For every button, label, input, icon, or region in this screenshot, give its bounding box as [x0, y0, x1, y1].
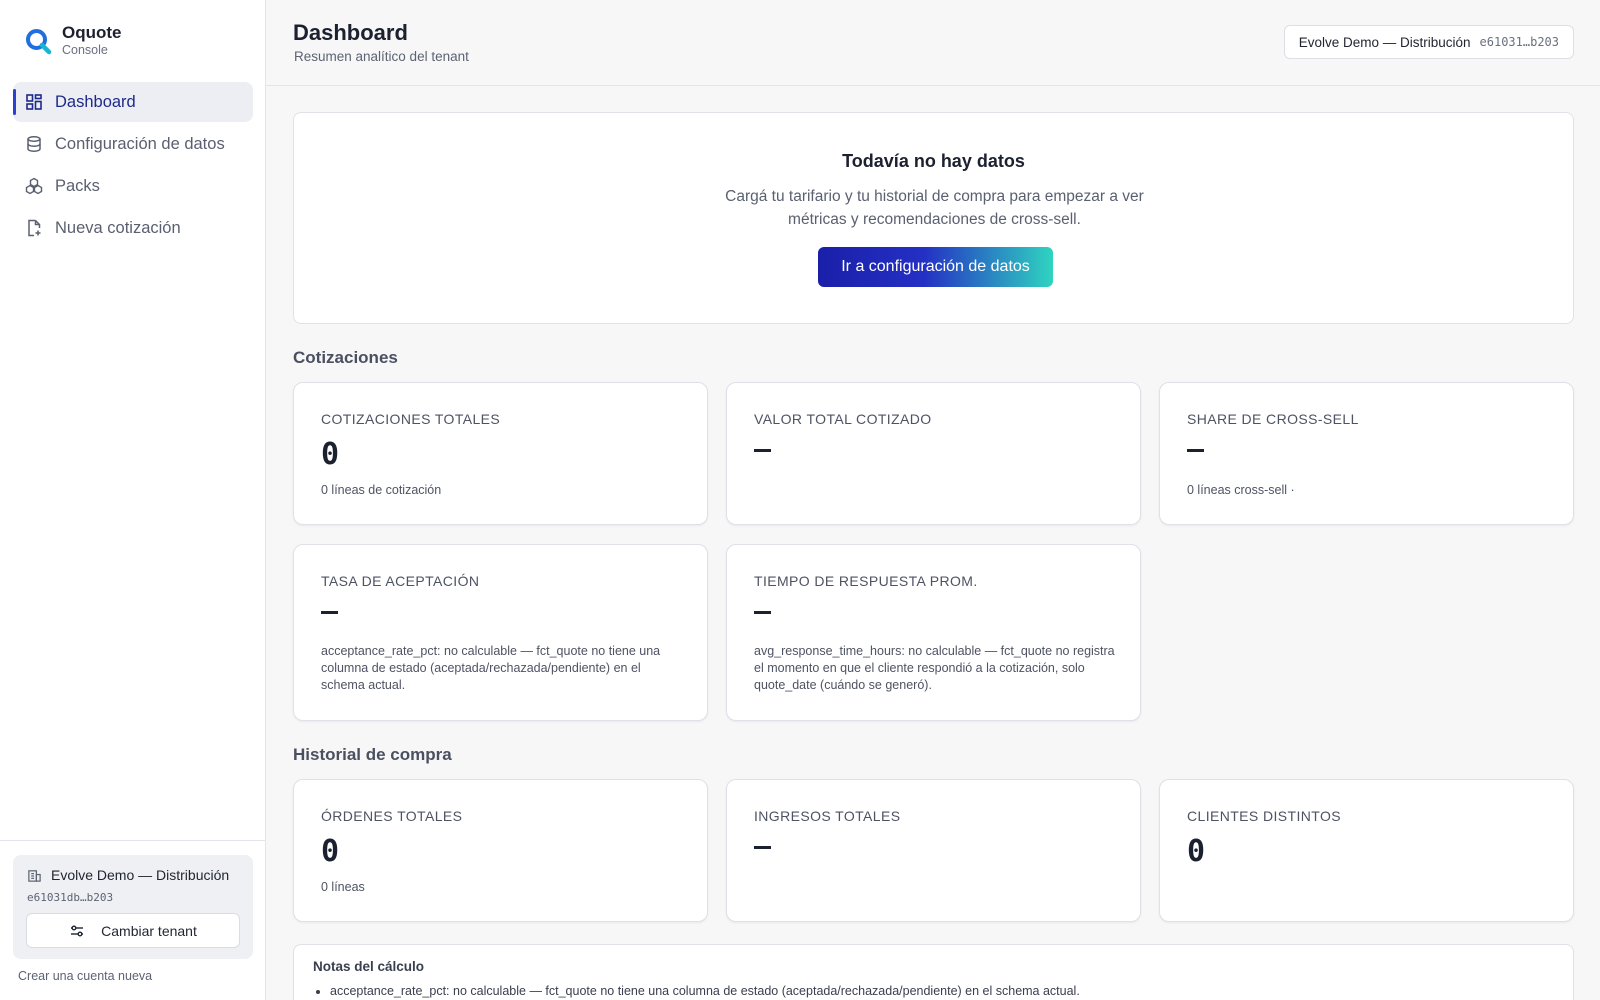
kpi-card-total-quoted-value: VALOR TOTAL COTIZADO [726, 382, 1141, 525]
sidebar-item-label: Packs [55, 176, 100, 195]
empty-state-title: Todavía no hay datos [842, 151, 1025, 171]
database-icon [25, 135, 43, 153]
kpi-note: acceptance_rate_pct: no calculable — fct… [321, 644, 661, 692]
notes-item: acceptance_rate_pct: no calculable — fct… [316, 984, 1080, 998]
kpi-value: 0 [321, 834, 340, 869]
sidebar-item-new-quote[interactable]: Nueva cotización [13, 208, 253, 248]
brand-name: Oquote [62, 23, 122, 42]
kpi-label: COTIZACIONES TOTALES [321, 411, 501, 427]
kpi-card-cross-sell-share: SHARE DE CROSS-SELL 0 líneas cross-sell … [1159, 382, 1574, 525]
kpi-card-total-revenue: INGRESOS TOTALES [726, 779, 1141, 922]
page-header: Dashboard Resumen analítico del tenant E… [266, 0, 1600, 86]
tenant-selector-id: e61031…b203 [1479, 35, 1559, 49]
kpi-card-total-quotes: COTIZACIONES TOTALES 0 0 líneas de cotiz… [293, 382, 708, 525]
kpi-note: 0 líneas cross-sell · [1187, 483, 1295, 497]
switch-tenant-button[interactable]: Cambiar tenant [26, 913, 240, 948]
building-icon [28, 869, 41, 882]
kpi-label: CLIENTES DISTINTOS [1187, 808, 1341, 824]
sidebar: Oquote Console Dashboard Configuración d… [0, 0, 266, 1000]
create-account-link[interactable]: Crear una cuenta nueva [18, 969, 152, 983]
kpi-note: avg_response_time_hours: no calculable —… [754, 644, 1115, 692]
brand[interactable]: Oquote Console [24, 24, 122, 58]
brand-subtitle: Console [62, 43, 108, 57]
sidebar-item-packs[interactable]: Packs [13, 166, 253, 206]
kpi-label: ÓRDENES TOTALES [321, 808, 463, 824]
sidebar-nav: Dashboard Configuración de datos Packs N… [13, 82, 253, 250]
kpi-empty-value [754, 846, 771, 849]
calculation-notes: Notas del cálculo acceptance_rate_pct: n… [293, 944, 1574, 1000]
kpi-card-total-orders: ÓRDENES TOTALES 0 0 líneas [293, 779, 708, 922]
tenant-selector-name: Evolve Demo — Distribución [1298, 34, 1471, 50]
sliders-icon [71, 925, 84, 936]
kpi-empty-value [754, 449, 771, 452]
sidebar-item-label: Dashboard [55, 92, 136, 111]
kpi-empty-value [754, 611, 771, 614]
go-to-data-config-button[interactable]: Ir a configuración de datos [818, 247, 1053, 287]
sidebar-item-data-config[interactable]: Configuración de datos [13, 124, 253, 164]
notes-title: Notas del cálculo [313, 959, 425, 974]
kpi-empty-value [1187, 449, 1204, 452]
section-title-purchases: Historial de compra [293, 745, 452, 764]
main-content: Todavía no hay datos Cargá tu tarifario … [293, 112, 1574, 1000]
kpi-label: SHARE DE CROSS-SELL [1187, 411, 1359, 427]
kpi-value: 0 [321, 437, 340, 472]
section-title-quotes: Cotizaciones [293, 348, 398, 367]
sidebar-item-label: Nueva cotización [55, 218, 181, 237]
kpi-card-distinct-customers: CLIENTES DISTINTOS 0 [1159, 779, 1574, 922]
kpi-note: 0 líneas de cotización [321, 483, 442, 497]
sidebar-item-dashboard[interactable]: Dashboard [13, 82, 253, 122]
kpi-card-acceptance-rate: TASA DE ACEPTACIÓN acceptance_rate_pct: … [293, 544, 708, 721]
switch-tenant-label: Cambiar tenant [101, 922, 197, 939]
kpi-value: 0 [1187, 834, 1206, 869]
page-title: Dashboard [293, 20, 408, 45]
new-document-icon [25, 219, 43, 237]
page-subtitle: Resumen analítico del tenant [294, 49, 469, 64]
tenant-name-row: Evolve Demo — Distribución [27, 867, 229, 883]
kpi-label: TIEMPO DE RESPUESTA PROM. [754, 573, 978, 589]
kpi-label: VALOR TOTAL COTIZADO [754, 411, 932, 427]
oquote-logo-icon [26, 29, 52, 55]
kpi-card-avg-response-time: TIEMPO DE RESPUESTA PROM. avg_response_t… [726, 544, 1141, 721]
empty-state-card: Todavía no hay datos Cargá tu tarifario … [293, 112, 1574, 324]
packs-icon [25, 177, 43, 195]
tenant-name: Evolve Demo — Distribución [51, 867, 230, 883]
empty-state-description: Cargá tu tarifario y tu historial de com… [725, 188, 1144, 228]
sidebar-footer: Evolve Demo — Distribución e61031db…b203… [0, 840, 265, 1000]
tenant-id: e61031db…b203 [27, 891, 114, 904]
tenant-card: Evolve Demo — Distribución e61031db…b203… [13, 855, 253, 959]
kpi-note: 0 líneas [321, 880, 365, 894]
grid-icon [25, 93, 43, 111]
tenant-selector[interactable]: Evolve Demo — Distribución e61031…b203 [1283, 25, 1574, 59]
kpi-empty-value [321, 611, 338, 614]
sidebar-item-label: Configuración de datos [55, 134, 225, 153]
kpi-label: INGRESOS TOTALES [754, 808, 901, 824]
kpi-label: TASA DE ACEPTACIÓN [321, 573, 480, 589]
